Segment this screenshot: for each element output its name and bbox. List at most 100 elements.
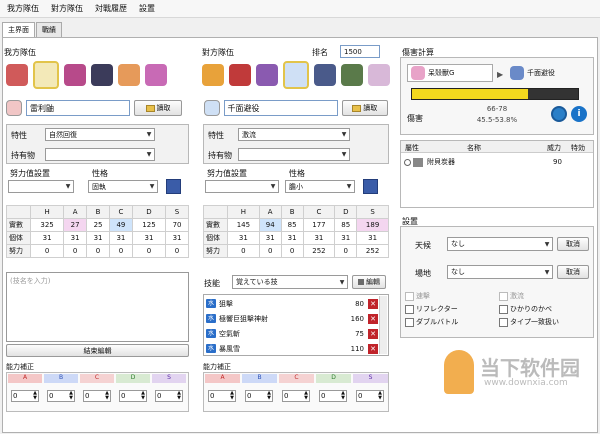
weather-select[interactable]: なし ▼ (447, 237, 553, 251)
pokemon-sprite-selected[interactable] (33, 61, 59, 89)
opponent-ev-select[interactable]: ▼ (205, 180, 279, 193)
rank-spinner-s[interactable]: 0 ▲ ▼ (155, 390, 183, 402)
stat-cell[interactable]: 31 (86, 231, 110, 245)
my-nature-select[interactable]: 固執 ▼ (88, 180, 158, 193)
tab-record[interactable]: 戰績 (36, 22, 62, 37)
refresh-icon[interactable] (551, 106, 567, 122)
my-load-button[interactable]: 讀取 (134, 100, 182, 116)
stat-cell[interactable]: 0 (63, 244, 88, 258)
weather-cancel-button[interactable]: 取消 (557, 237, 589, 251)
opponent-load-button[interactable]: 讀取 (341, 100, 388, 116)
stat-cell[interactable]: 31 (258, 231, 282, 245)
stat-cell[interactable]: 252 (302, 244, 336, 258)
stat-cell[interactable]: 0 (280, 244, 304, 258)
rank-spinner-a[interactable]: 0 ▲ ▼ (11, 390, 39, 402)
pokemon-sprite[interactable] (6, 64, 28, 86)
pokemon-sprite[interactable] (341, 64, 363, 86)
stat-cell[interactable]: 0 (227, 244, 260, 258)
scrollbar[interactable] (379, 296, 387, 354)
pokemon-sprite-selected[interactable] (283, 61, 309, 89)
stat-cell[interactable]: 0 (131, 244, 167, 258)
stat-cell[interactable]: 0 (165, 244, 189, 258)
move-input-area[interactable]: (技名を入力) (6, 272, 189, 342)
stat-cell[interactable]: 0 (258, 244, 282, 258)
checkbox-light-screen[interactable]: ひかりのかべ (499, 304, 552, 314)
opponent-item-select[interactable]: ▼ (238, 148, 350, 161)
checkbox-icon[interactable] (405, 304, 414, 314)
stat-cell[interactable]: 31 (108, 231, 133, 245)
stat-cell[interactable]: 0 (334, 244, 358, 258)
stat-cell[interactable]: 0 (29, 244, 65, 258)
menu-battle-history[interactable]: 対戰履歴 (94, 3, 128, 14)
close-icon[interactable]: ✕ (368, 298, 378, 309)
pokemon-sprite[interactable] (91, 64, 113, 86)
stat-cell[interactable]: 31 (227, 231, 260, 245)
close-icon[interactable]: ✕ (368, 328, 378, 339)
stat-cell[interactable]: 31 (356, 231, 389, 245)
checkbox-icon[interactable] (499, 304, 508, 314)
my-item-select[interactable]: ▼ (45, 148, 155, 161)
rank-spinner-s[interactable]: 0 ▲ ▼ (356, 390, 384, 402)
save-icon[interactable] (166, 179, 181, 194)
close-icon[interactable]: ✕ (368, 343, 378, 354)
edit-moves-button[interactable]: 編輯 (352, 275, 386, 289)
pokemon-sprite[interactable] (118, 64, 140, 86)
finish-edit-button[interactable]: 結束編輯 (6, 344, 189, 357)
menu-opponent-team[interactable]: 對方隊伍 (50, 3, 84, 14)
rank-spinner-b[interactable]: 0 ▲ ▼ (47, 390, 75, 402)
checkbox-double-battle[interactable]: ダブルバトル (405, 317, 458, 327)
tab-main[interactable]: 主界面 (2, 22, 35, 38)
checkbox-icon[interactable] (405, 317, 414, 327)
opponent-nature-select[interactable]: 膽小 ▼ (285, 180, 355, 193)
save-icon[interactable] (363, 179, 378, 194)
pokemon-sprite[interactable] (314, 64, 336, 86)
rank-spinner-c[interactable]: 0 ▲ ▼ (83, 390, 111, 402)
rank-spinner-d[interactable]: 0 ▲ ▼ (319, 390, 347, 402)
stat-cell[interactable]: 31 (63, 231, 88, 245)
spinner-arrows-icon: ▲ ▼ (304, 390, 308, 401)
stat-cell[interactable]: 31 (280, 231, 304, 245)
checkbox-type-match[interactable]: タイプ一致扱い (499, 317, 559, 327)
list-item[interactable]: 水 極響巨狙擊神射 160 ✕ (206, 311, 378, 326)
table-row[interactable]: 附貝炭器 90 (401, 155, 593, 169)
rank-value: 0 (247, 392, 252, 400)
stat-cell[interactable]: 31 (165, 231, 189, 245)
stat-cell[interactable]: 31 (302, 231, 336, 245)
tab-strip: 主界面 戰績 (2, 22, 63, 38)
pokemon-sprite[interactable] (368, 64, 390, 86)
list-item[interactable]: 水 暴風雪 110 ✕ (206, 341, 378, 356)
opponent-name-input[interactable]: 千面避役 (223, 100, 338, 116)
pokemon-sprite[interactable] (229, 64, 251, 86)
pokemon-sprite[interactable] (145, 64, 167, 86)
moves-select[interactable]: 覚えている技 ▼ (232, 275, 348, 289)
rank-spinner-d[interactable]: 0 ▲ ▼ (119, 390, 147, 402)
rank-spinner-c[interactable]: 0 ▲ ▼ (282, 390, 310, 402)
rank-spinner-b[interactable]: 0 ▲ ▼ (245, 390, 273, 402)
info-icon[interactable]: i (571, 106, 587, 122)
menu-settings[interactable]: 設置 (138, 3, 156, 14)
stat-cell[interactable]: 31 (29, 231, 65, 245)
stat-cell[interactable]: 31 (334, 231, 358, 245)
pokemon-sprite[interactable] (202, 64, 224, 86)
list-item[interactable]: 水 空氣斬 75 ✕ (206, 326, 378, 341)
checkbox-reflect[interactable]: リフレクター (405, 304, 458, 314)
stat-cell[interactable]: 0 (108, 244, 133, 258)
list-item[interactable]: 水 狙擊 80 ✕ (206, 296, 378, 311)
my-ev-select[interactable]: ▼ (8, 180, 74, 193)
my-name-input[interactable]: 雷利鼬 (26, 100, 130, 116)
stat-cell[interactable]: 0 (86, 244, 110, 258)
my-ability-select[interactable]: 自然回復 ▼ (45, 128, 155, 141)
rank-order-input[interactable]: 1500 (340, 45, 380, 58)
close-icon[interactable]: ✕ (368, 313, 378, 324)
menu-my-team[interactable]: 我方隊伍 (6, 3, 40, 14)
field-cancel-button[interactable]: 取消 (557, 265, 589, 279)
pokemon-sprite[interactable] (64, 64, 86, 86)
pokemon-sprite[interactable] (256, 64, 278, 86)
stat-cell: 49 (108, 218, 133, 232)
rank-spinner-a[interactable]: 0 ▲ ▼ (208, 390, 236, 402)
checkbox-icon[interactable] (499, 317, 508, 327)
field-select[interactable]: なし ▼ (447, 265, 553, 279)
opponent-ability-select[interactable]: 激流 ▼ (238, 128, 350, 141)
stat-cell[interactable]: 252 (356, 244, 389, 258)
stat-cell[interactable]: 31 (131, 231, 167, 245)
